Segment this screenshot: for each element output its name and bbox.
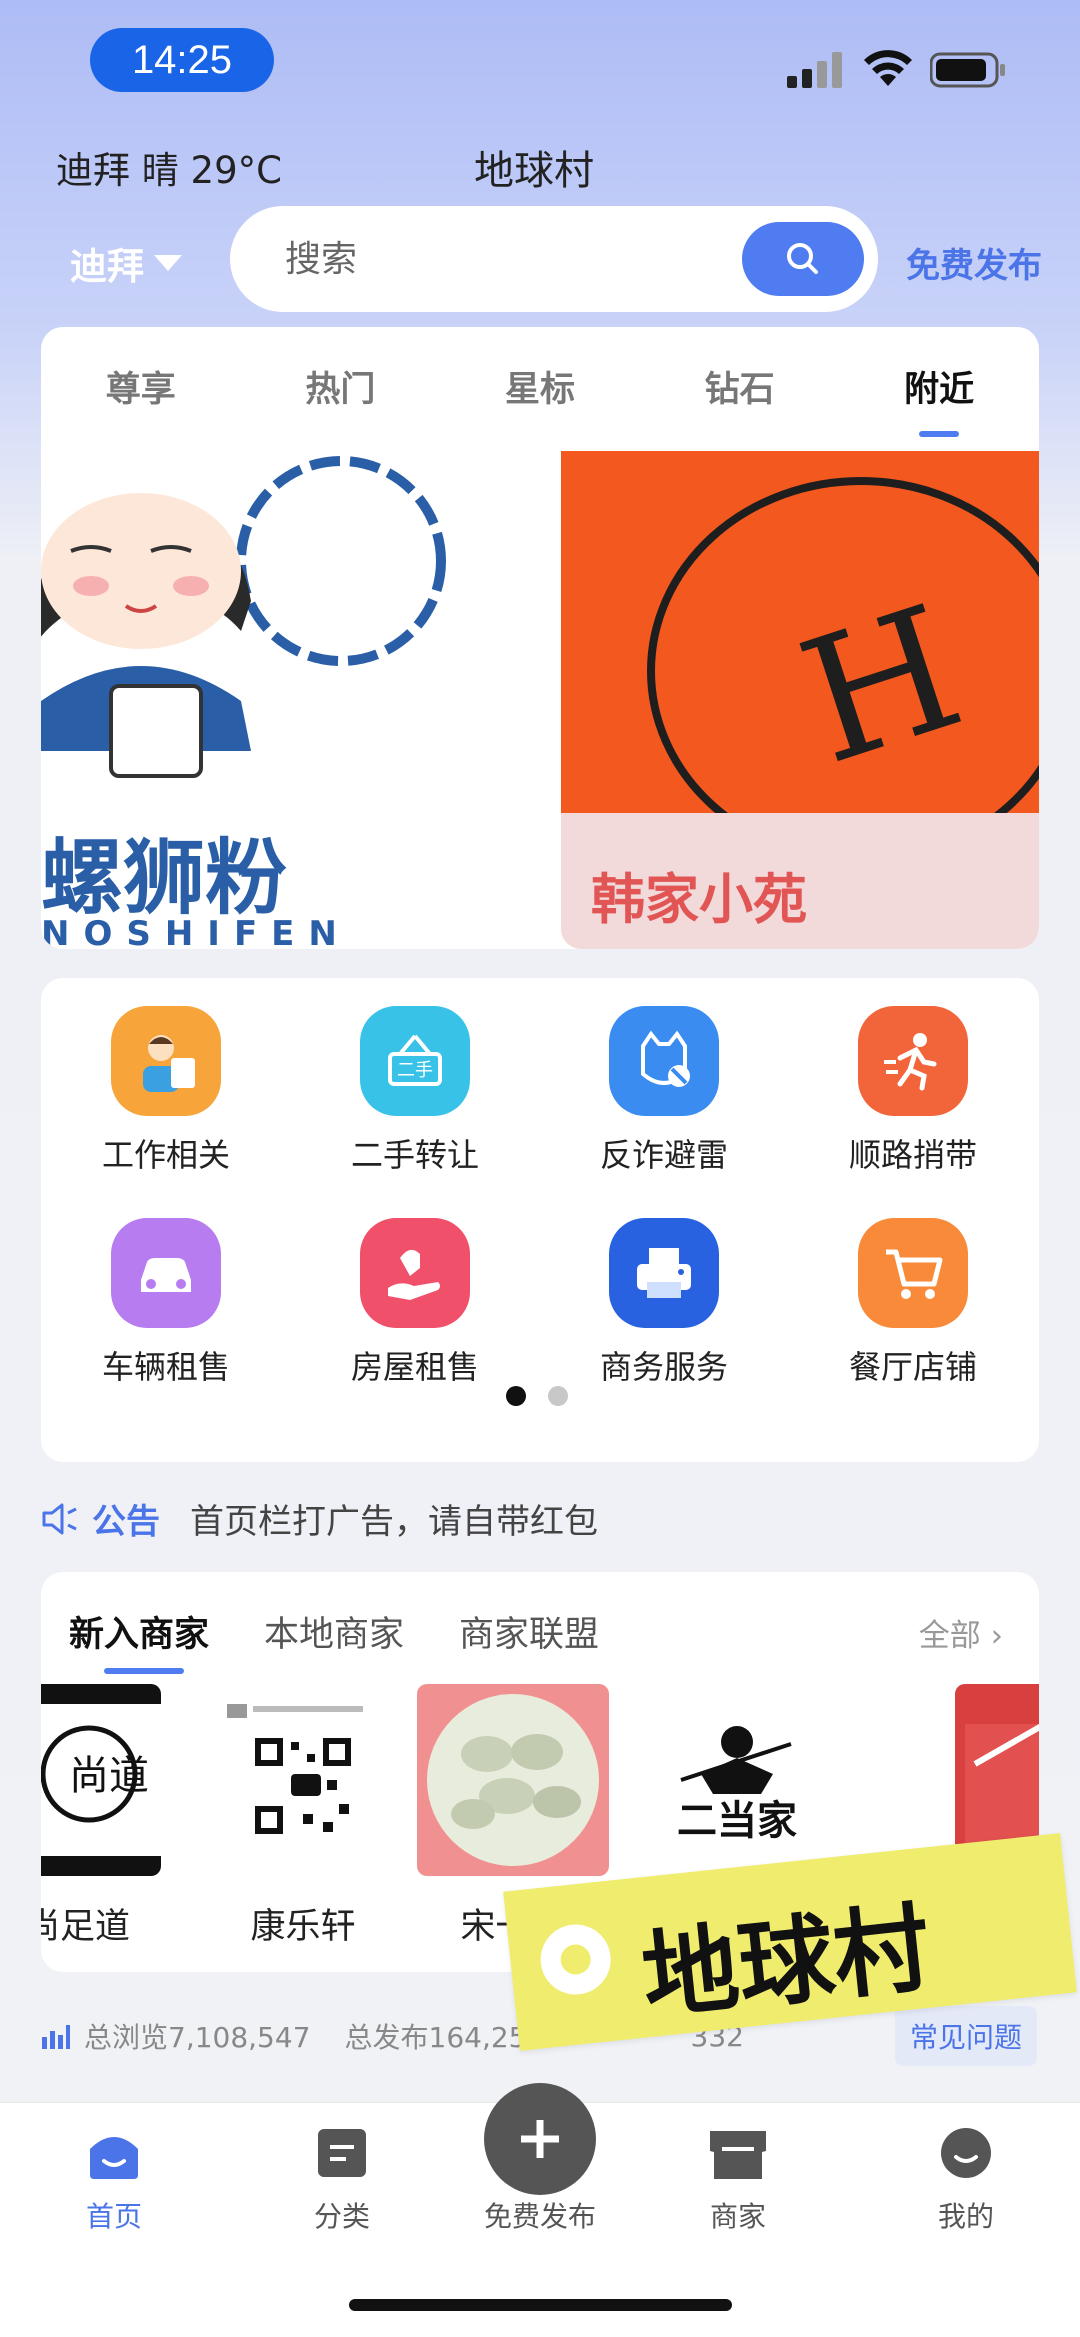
bar-chart-icon — [42, 2025, 70, 2049]
luosifen-logo-image: 螺狮粉 NOSHIFEN — [41, 456, 446, 949]
category-label: 房屋租售 — [350, 1348, 479, 1386]
faq-button[interactable]: 常见问题 — [895, 2006, 1037, 2066]
publish-button[interactable] — [484, 2083, 596, 2195]
merchant-item[interactable]: 二当家 — [637, 1684, 837, 1876]
category-item-housing[interactable]: 房屋租售 — [315, 1218, 515, 1388]
announcement-tag: 公告 — [92, 1502, 160, 1542]
user-icon — [941, 2128, 991, 2178]
category-item-antifraud[interactable]: 反诈避雷 — [564, 1006, 764, 1176]
chevron-right-icon: › — [990, 1618, 1003, 1654]
category-grid: 工作相关 二手 二手转让 反诈避雷 顺路捎带 车辆租售 房屋租售 商务服务 餐厅… — [41, 978, 1039, 1462]
announcement-text: 首页栏打广告，请自带红包 — [190, 1502, 598, 1542]
category-item-errand[interactable]: 顺路捎带 — [813, 1006, 1013, 1176]
announcement-bar[interactable]: 公告 首页栏打广告，请自带红包 — [40, 1494, 598, 1543]
cart-icon — [858, 1218, 968, 1328]
status-bar: 14:25 — [0, 0, 1080, 120]
tab-starred[interactable]: 星标 — [440, 327, 640, 451]
merchant-name: 康乐轩 — [250, 1907, 356, 1947]
city-selector[interactable]: 迪拜 — [70, 236, 182, 290]
free-publish-link[interactable]: 免费发布 — [906, 238, 1042, 287]
total-posts: 总发布164,25 — [344, 2021, 527, 2054]
secondhand-icon: 二手 — [360, 1006, 470, 1116]
battery-icon — [930, 52, 1005, 88]
home-indicator[interactable] — [349, 2299, 732, 2311]
svg-text:H: H — [780, 569, 982, 803]
featured-tabs: 尊享 热门 星标 钻石 附近 — [41, 327, 1039, 451]
nav-category[interactable]: 分类 — [262, 2125, 422, 2235]
banner-slide-luosifen[interactable]: 螺狮粉 NOSHIFEN — [41, 451, 561, 949]
worker-icon — [111, 1006, 221, 1116]
category-item-restaurant[interactable]: 餐厅店铺 — [813, 1218, 1013, 1388]
luosifen-brand-en: NOSHIFEN — [41, 914, 351, 949]
nav-merchant[interactable]: 商家 — [658, 2125, 818, 2235]
chevron-down-icon — [154, 255, 182, 271]
luosifen-brand-cn: 螺狮粉 — [41, 830, 287, 926]
sticker-text: 地球村 — [637, 1891, 936, 2034]
merchant-logo: 尚道 — [41, 1684, 161, 1876]
page-indicator — [506, 1386, 568, 1406]
anti-fraud-icon — [609, 1006, 719, 1116]
signal-icon — [787, 52, 842, 88]
tab-new-merchants[interactable]: 新入商家 — [69, 1606, 209, 1674]
merchant-item[interactable]: 康乐轩 — [203, 1684, 403, 1949]
tab-nearby[interactable]: 附近 — [839, 327, 1039, 451]
nav-profile[interactable]: 我的 — [886, 2125, 1046, 2235]
banner-caption: 韩家小苑 — [591, 868, 807, 931]
category-label: 车辆租售 — [101, 1348, 230, 1386]
house-hand-icon — [360, 1218, 470, 1328]
category-label: 工作相关 — [101, 1136, 230, 1174]
svg-text:尚道: 尚道 — [69, 1753, 149, 1799]
merchant-name: 尚足道 — [41, 1907, 131, 1947]
weather-info: 迪拜 晴 29°C — [56, 149, 282, 192]
nav-publish[interactable]: 免费发布 — [460, 2083, 620, 2235]
total-views: 总浏览7,108,547 — [84, 2021, 311, 2054]
tab-hot[interactable]: 热门 — [241, 327, 441, 451]
app-title: 地球村 — [474, 148, 594, 194]
view-all-link[interactable]: 全部 › — [919, 1610, 1003, 1655]
banner-slide-hanjia[interactable]: H 韩家小苑 — [561, 451, 1039, 949]
featured-card: 尊享 热门 星标 钻石 附近 螺狮粉 NOSHIFEN H 韩家小苑 — [41, 327, 1039, 949]
car-icon — [111, 1218, 221, 1328]
category-label: 顺路捎带 — [848, 1136, 977, 1174]
category-item-business[interactable]: 商务服务 — [564, 1218, 764, 1388]
category-icon — [318, 2129, 366, 2177]
tab-local-merchants[interactable]: 本地商家 — [264, 1606, 404, 1657]
merchant-logo-text: 二当家 — [677, 1797, 797, 1844]
page-dot[interactable] — [548, 1386, 568, 1406]
merchant-tabs: 新入商家 本地商家 商家联盟 — [69, 1606, 599, 1674]
printer-icon — [609, 1218, 719, 1328]
category-label: 餐厅店铺 — [848, 1348, 977, 1386]
category-label: 商务服务 — [599, 1348, 728, 1386]
wifi-icon — [864, 50, 912, 86]
shop-icon — [710, 2131, 766, 2179]
tab-premium[interactable]: 尊享 — [41, 327, 241, 451]
search-button[interactable] — [742, 222, 864, 296]
search-input[interactable] — [285, 238, 705, 280]
search-icon — [787, 243, 818, 274]
runner-icon — [858, 1006, 968, 1116]
category-item-secondhand[interactable]: 二手 二手转让 — [315, 1006, 515, 1176]
tab-diamond[interactable]: 钻石 — [640, 327, 840, 451]
svg-text:二手: 二手 — [397, 1060, 433, 1081]
category-label: 二手转让 — [350, 1136, 479, 1174]
dumpling-image — [417, 1684, 609, 1876]
merchant-item[interactable]: 尚道 尚足道 — [41, 1684, 165, 1949]
status-time: 14:25 — [90, 28, 274, 92]
tab-merchant-alliance[interactable]: 商家联盟 — [459, 1606, 599, 1657]
category-item-vehicle[interactable]: 车辆租售 — [66, 1218, 266, 1388]
search-bar[interactable] — [230, 206, 878, 312]
category-item-work[interactable]: 工作相关 — [66, 1006, 266, 1176]
home-icon — [90, 2137, 138, 2179]
speaker-icon — [42, 1503, 77, 1534]
city-label: 迪拜 — [70, 245, 144, 288]
qr-code-image — [207, 1684, 399, 1876]
nav-home[interactable]: 首页 — [34, 2125, 194, 2235]
page-dot-active[interactable] — [506, 1386, 526, 1406]
orange-pillow-image: H — [561, 451, 1039, 865]
plus-icon — [521, 2120, 559, 2158]
merchant-logo: 二当家 — [641, 1684, 833, 1876]
category-label: 反诈避雷 — [599, 1136, 728, 1174]
